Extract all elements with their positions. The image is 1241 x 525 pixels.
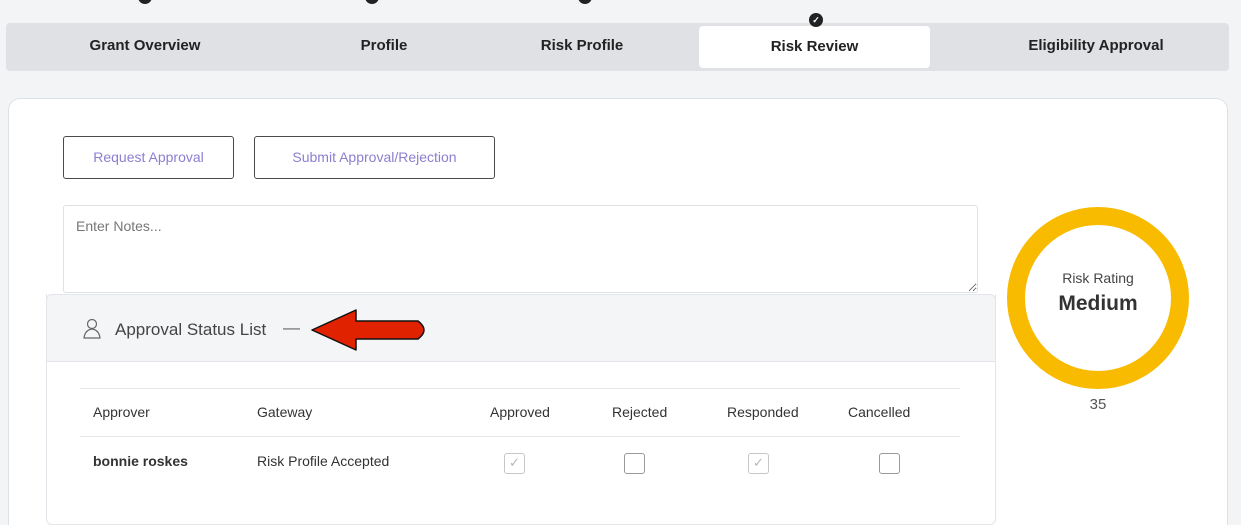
user-icon bbox=[83, 318, 101, 339]
column-header-responded: Responded bbox=[727, 404, 799, 420]
gateway-name: Risk Profile Accepted bbox=[257, 453, 390, 469]
step-label: Risk Review bbox=[770, 38, 859, 55]
responded-checkbox[interactable]: ✓ bbox=[748, 453, 769, 474]
approver-name: bonnie roskes bbox=[93, 453, 188, 469]
column-header-approver: Approver bbox=[93, 404, 150, 420]
step-risk-profile[interactable]: ✓ Risk Profile bbox=[466, 0, 698, 54]
risk-score: 35 bbox=[1089, 396, 1107, 413]
risk-rating-label: Risk Rating bbox=[1062, 270, 1134, 286]
step-label: Grant Overview bbox=[89, 37, 201, 54]
submit-approval-button[interactable]: Submit Approval/Rejection bbox=[254, 136, 495, 179]
table-divider bbox=[80, 436, 960, 437]
approved-checkbox[interactable]: ✓ bbox=[504, 453, 525, 474]
check-icon: ✓ bbox=[753, 455, 764, 470]
check-icon: ✓ bbox=[138, 0, 152, 4]
step-risk-review[interactable]: Risk Review bbox=[699, 26, 930, 68]
approval-status-title: Approval Status List bbox=[115, 320, 267, 339]
table-divider bbox=[80, 388, 960, 389]
rejected-checkbox[interactable] bbox=[624, 453, 645, 474]
annotation-arrow-icon bbox=[311, 309, 425, 351]
cancelled-checkbox[interactable] bbox=[879, 453, 900, 474]
column-header-rejected: Rejected bbox=[612, 404, 668, 420]
check-icon: ✓ bbox=[809, 13, 823, 27]
column-header-approved: Approved bbox=[490, 404, 550, 420]
column-header-gateway: Gateway bbox=[257, 404, 313, 420]
step-label: Risk Profile bbox=[540, 37, 624, 54]
request-approval-button[interactable]: Request Approval bbox=[63, 136, 234, 179]
collapse-toggle[interactable]: — bbox=[283, 318, 300, 338]
notes-input[interactable] bbox=[63, 205, 978, 293]
step-label: Eligibility Approval bbox=[1028, 37, 1164, 54]
column-header-cancelled: Cancelled bbox=[848, 404, 911, 420]
step-grant-overview[interactable]: ✓ Grant Overview bbox=[29, 0, 261, 54]
check-icon: ✓ bbox=[578, 0, 592, 4]
check-icon: ✓ bbox=[365, 0, 379, 4]
step-eligibility-approval[interactable]: Eligibility Approval bbox=[966, 0, 1198, 54]
check-icon: ✓ bbox=[509, 455, 520, 470]
risk-rating-value: Medium bbox=[1058, 292, 1138, 315]
